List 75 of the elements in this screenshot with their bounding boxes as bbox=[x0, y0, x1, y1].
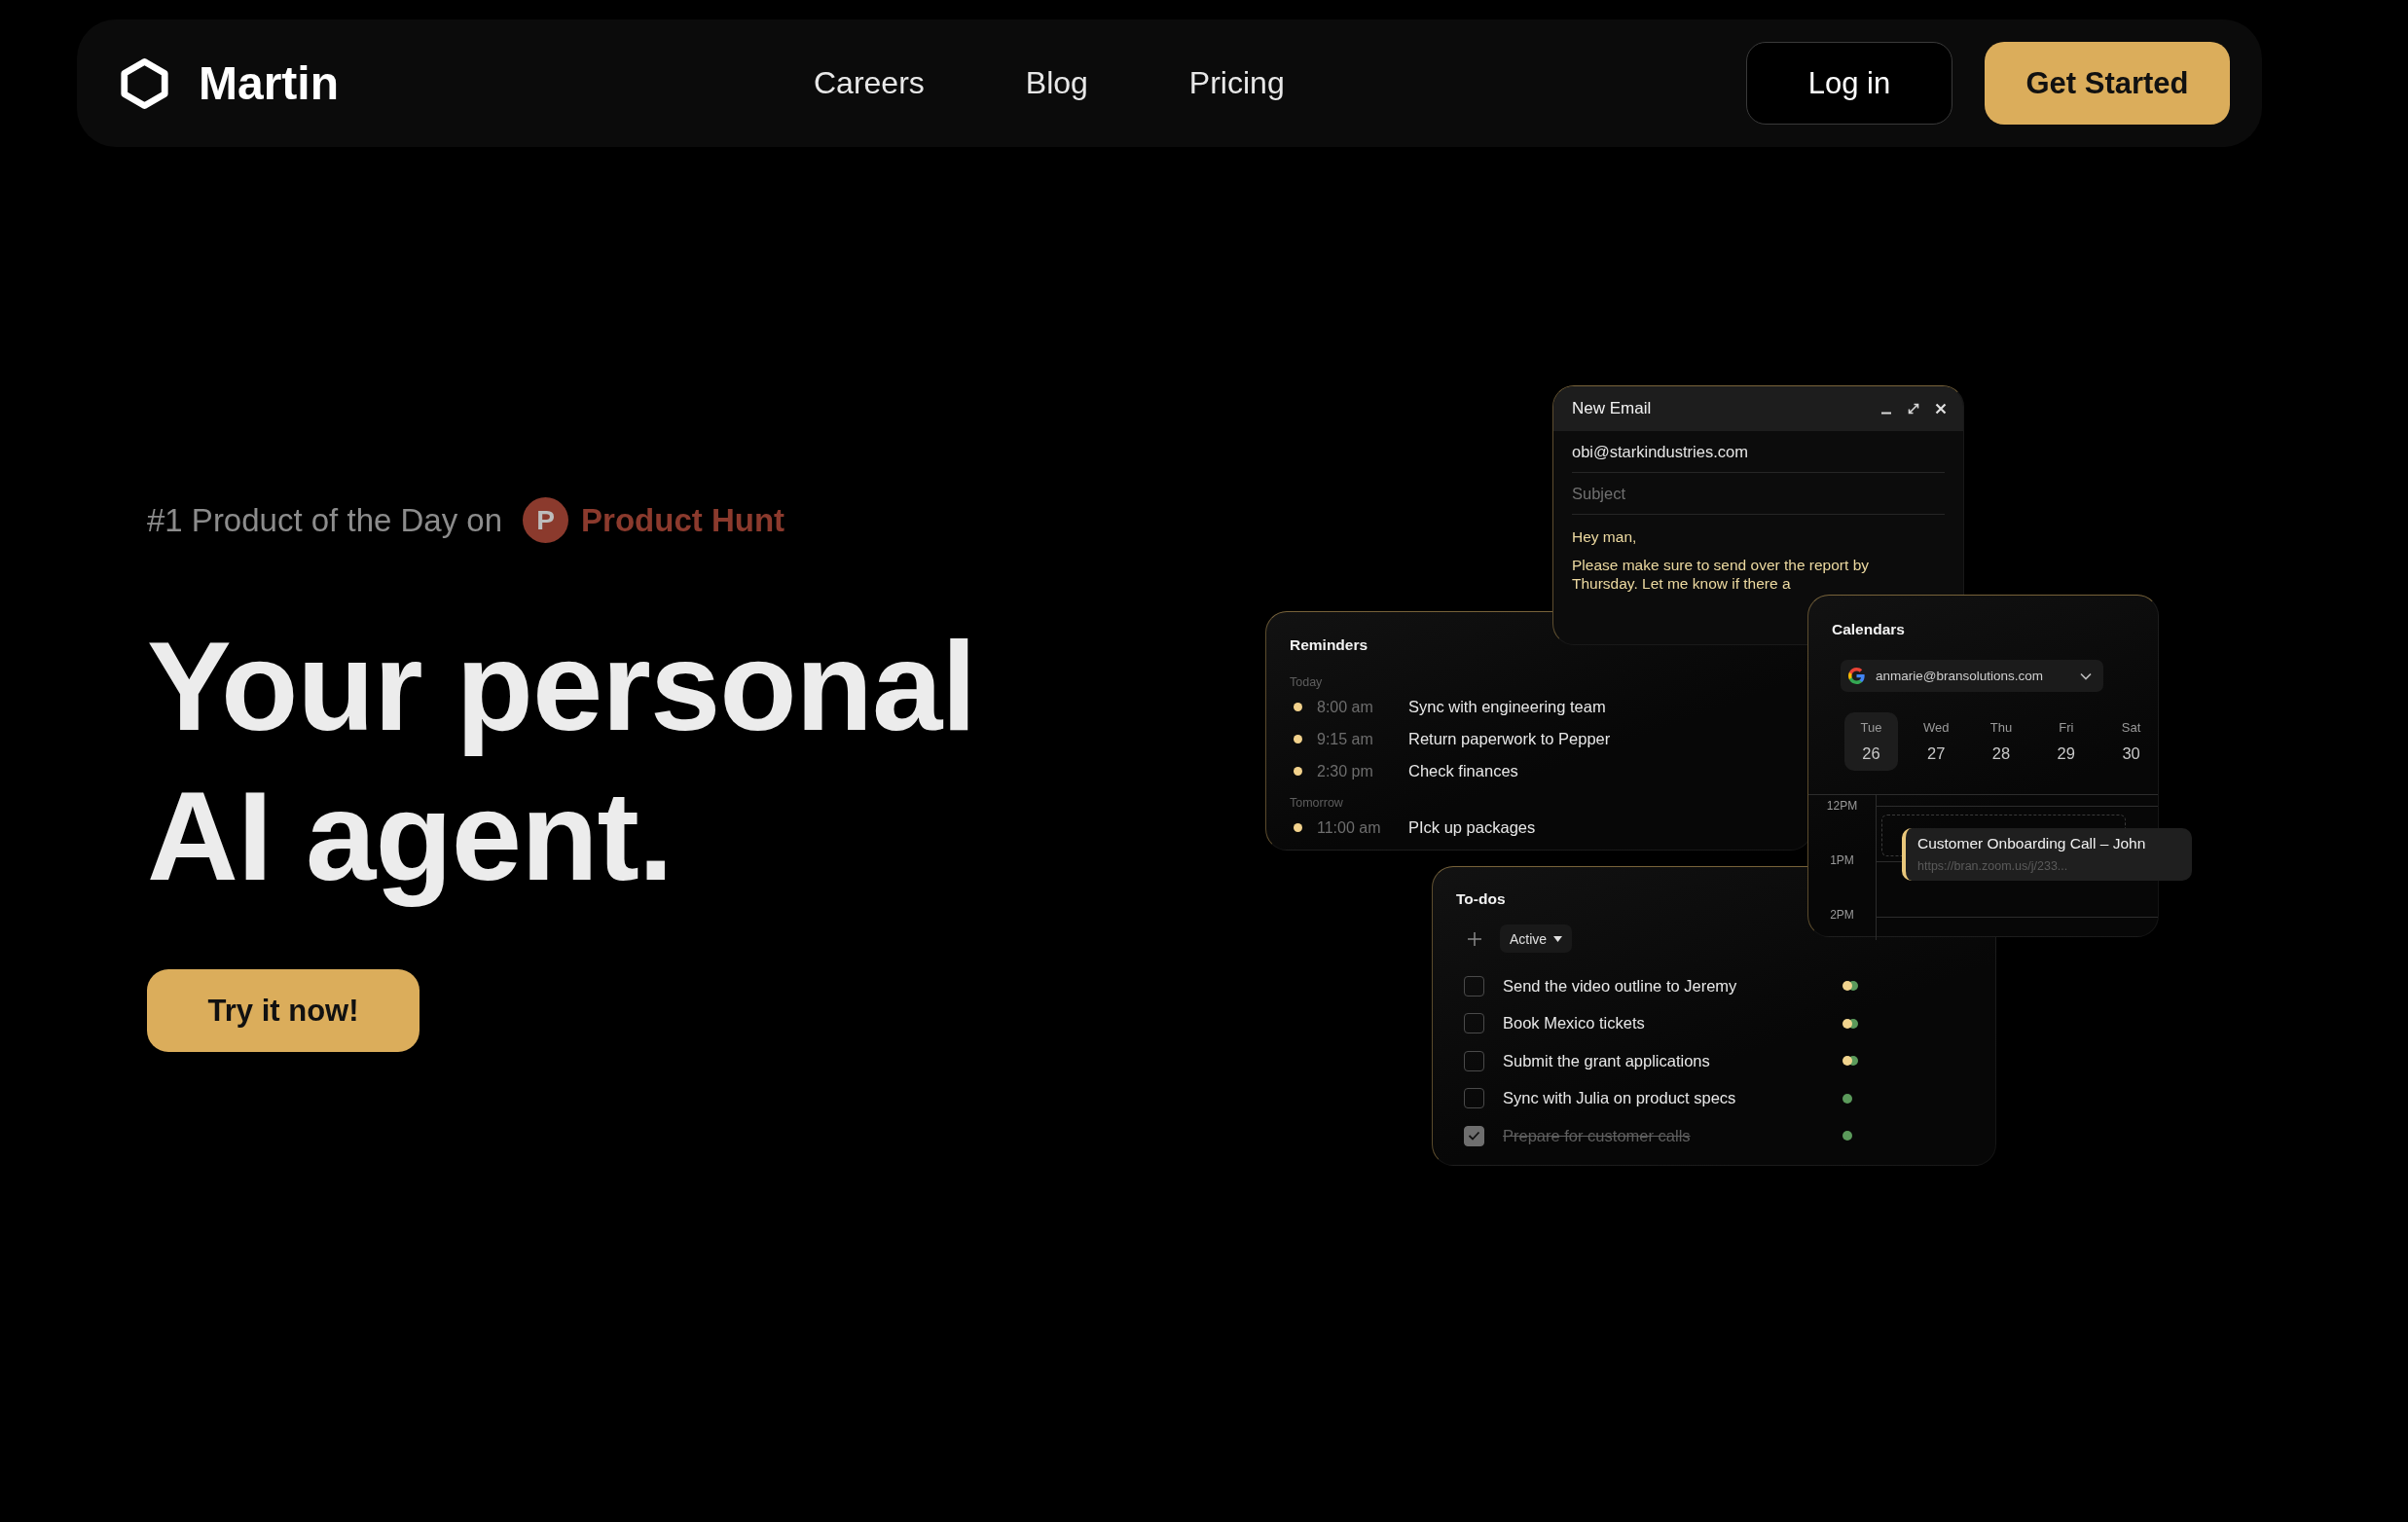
checkbox[interactable] bbox=[1464, 1125, 1484, 1146]
day-tab[interactable]: Sat 30 bbox=[2104, 712, 2158, 771]
google-icon bbox=[1848, 668, 1865, 684]
award-text: #1 Product of the Day on bbox=[147, 501, 503, 539]
todo-text: Sync with Julia on product specs bbox=[1503, 1089, 1737, 1108]
account-dropdown[interactable]: anmarie@bransolutions.com bbox=[1841, 660, 2103, 692]
weekday-label: Fri bbox=[2059, 720, 2074, 736]
message-text: Please make sure to send over the report by Thursday. Let me know if there a bbox=[1572, 556, 1870, 593]
hexagon-logo-icon bbox=[120, 56, 169, 110]
todo-text: Send the video outline to Jeremy bbox=[1503, 976, 1738, 996]
date-number: 27 bbox=[1927, 743, 1946, 763]
recipient-field[interactable]: obi@starkindustries.com bbox=[1572, 431, 1945, 473]
reminder-time: 2:30 pm bbox=[1317, 762, 1374, 780]
date-number: 26 bbox=[1862, 743, 1880, 763]
checkbox[interactable] bbox=[1464, 975, 1484, 997]
date-number: 29 bbox=[2057, 743, 2075, 763]
todo-text: Prepare for customer calls bbox=[1503, 1126, 1692, 1145]
caret-icon bbox=[1553, 935, 1563, 942]
subject-field[interactable]: Subject bbox=[1572, 473, 1945, 515]
day-tab[interactable]: Fri 29 bbox=[2039, 712, 2094, 771]
brand-name: Martin bbox=[199, 56, 339, 110]
window-title: New Email bbox=[1572, 399, 1652, 418]
account-email: anmarie@bransolutions.com bbox=[1876, 669, 2044, 683]
nav-link[interactable]: Pricing bbox=[1188, 65, 1285, 101]
hour-label: 2PM bbox=[1830, 908, 1854, 922]
greeting-text: Hey man, bbox=[1572, 527, 1637, 546]
card-title: Reminders bbox=[1290, 635, 1368, 655]
day-label: Tomorrow bbox=[1290, 795, 1343, 811]
reminder-time: 9:15 am bbox=[1317, 730, 1374, 748]
plus-icon[interactable] bbox=[1467, 930, 1482, 947]
event-link: https://bran.zoom.us/j/233... bbox=[1917, 859, 2068, 874]
nav-link[interactable]: Careers bbox=[814, 65, 925, 101]
checkbox[interactable] bbox=[1464, 1013, 1484, 1034]
date-number: 30 bbox=[2122, 743, 2140, 763]
bullet-dot-icon bbox=[1294, 703, 1302, 711]
weekday-label: Thu bbox=[1989, 720, 2013, 736]
event-title: Customer Onboarding Call – John bbox=[1917, 835, 2146, 852]
day-tab[interactable]: Thu 28 bbox=[1974, 712, 2028, 771]
bullet-dot-icon bbox=[1294, 767, 1302, 776]
headline: Your personal AI agent. bbox=[147, 614, 977, 909]
date-number: 28 bbox=[1991, 743, 2011, 763]
weekday-label: Tue bbox=[1860, 720, 1882, 736]
todo-text: Book Mexico tickets bbox=[1503, 1014, 1646, 1033]
reminder-time: 8:00 am bbox=[1317, 698, 1374, 716]
nav-link[interactable]: Blog bbox=[1025, 65, 1088, 101]
reminder-text: PIck up packages bbox=[1408, 818, 1536, 837]
card-title: To-dos bbox=[1456, 889, 1506, 909]
filter-dropdown[interactable]: Active bbox=[1500, 924, 1573, 953]
checkbox[interactable] bbox=[1464, 1050, 1484, 1071]
bullet-dot-icon bbox=[1294, 735, 1302, 743]
reminder-text: Check finances bbox=[1408, 762, 1518, 780]
get-started-button[interactable]: Get Started bbox=[1985, 42, 2230, 125]
chevron-down-icon bbox=[2080, 671, 2092, 680]
card-title: Calendars bbox=[1832, 620, 1905, 639]
award-source: Product Hunt bbox=[581, 501, 785, 539]
reminder-time: 11:00 am bbox=[1317, 818, 1382, 837]
hour-label: 12PM bbox=[1826, 799, 1858, 813]
reminder-text: Return paperwork to Pepper bbox=[1408, 730, 1611, 748]
expand-icon[interactable] bbox=[1908, 403, 1919, 415]
reminder-text: Sync with engineering team bbox=[1408, 698, 1606, 716]
letter-logo: P bbox=[523, 497, 569, 543]
todo-text: Submit the grant applications bbox=[1503, 1051, 1711, 1070]
checkmark-icon bbox=[1468, 1131, 1480, 1142]
checkbox[interactable] bbox=[1464, 1088, 1484, 1109]
bullet-dot-icon bbox=[1294, 823, 1302, 832]
day-tab[interactable]: Wed 27 bbox=[1909, 712, 1963, 771]
hour-label: 1PM bbox=[1830, 853, 1854, 867]
login-button[interactable]: Log in bbox=[1746, 42, 1952, 125]
event-card[interactable]: Customer Onboarding Call – John https://bran.zoom.us/j/233... bbox=[1902, 828, 2192, 881]
weekday-label: Wed bbox=[1922, 720, 1950, 736]
weekday-label: Sat bbox=[2121, 720, 2141, 736]
day-tab[interactable]: Tue 26 bbox=[1844, 712, 1898, 771]
try-it-now-button[interactable]: Try it now! bbox=[147, 969, 420, 1052]
close-icon[interactable] bbox=[1935, 403, 1947, 415]
day-label: Today bbox=[1290, 674, 1323, 690]
